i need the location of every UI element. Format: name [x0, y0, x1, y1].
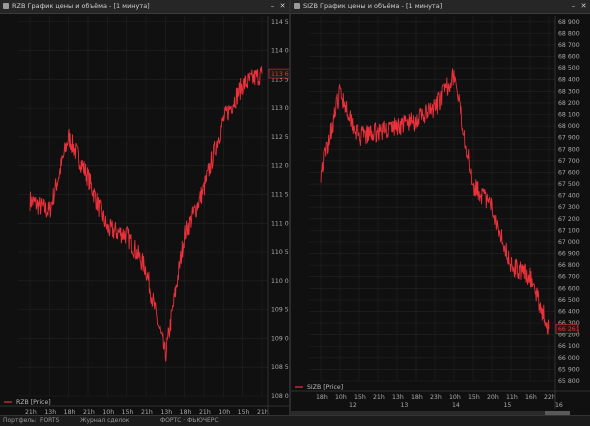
rzb-chart-window[interactable]: RZB График цены и объёма - [1 минута] – …	[0, 0, 289, 415]
y-tick-label: 112 500	[271, 134, 289, 141]
y-tick-label: 68 700	[558, 42, 580, 49]
y-tick-label: 108 500	[271, 364, 289, 371]
y-tick-label: 66 900	[558, 251, 580, 258]
y-tick-label: 110 000	[271, 278, 289, 285]
price-chart[interactable]: 114 500114 000113 500113 000112 500112 0…	[0, 14, 289, 415]
y-tick-label: 108 000	[271, 393, 289, 400]
minimize-icon[interactable]: –	[268, 2, 277, 11]
y-tick-label: 67 000	[558, 239, 580, 246]
x-tick-label: 18h	[411, 394, 423, 401]
minimize-icon[interactable]: –	[569, 2, 578, 11]
x-tick-label: 16h	[525, 394, 537, 401]
last-price-label: 66 261	[558, 326, 580, 333]
legend-label: RZB [Price]	[16, 399, 51, 406]
y-tick-label: 67 300	[558, 204, 580, 211]
x-tick-label: 10h	[335, 394, 347, 401]
chart-title-bar[interactable]: RZB График цены и объёма - [1 минута] – …	[0, 0, 289, 14]
y-tick-label: 68 400	[558, 77, 580, 84]
y-tick-label: 114 500	[271, 19, 289, 26]
status-bar: Портфель: FORTS Журнал сделок ФОРТС · ФЬ…	[0, 415, 590, 426]
y-tick-label: 67 100	[558, 227, 580, 234]
close-icon[interactable]: ✕	[579, 2, 588, 11]
y-tick-label: 68 900	[558, 19, 580, 26]
chart-background	[291, 14, 590, 415]
x-day-label: 12	[349, 402, 357, 409]
x-day-label: 14	[452, 402, 460, 409]
legend-label: SIZB [Price]	[307, 384, 343, 391]
y-tick-label: 68 600	[558, 54, 580, 61]
y-tick-label: 112 000	[271, 163, 289, 170]
y-tick-label: 67 700	[558, 158, 580, 165]
x-day-label: 16	[555, 402, 563, 409]
x-tick-label: 18h	[316, 394, 328, 401]
y-tick-label: 114 000	[271, 48, 289, 55]
y-tick-label: 109 500	[271, 307, 289, 314]
y-tick-label: 67 900	[558, 135, 580, 142]
chart-title-bar[interactable]: SIZB График цены и объёма - [1 минута] –…	[291, 0, 590, 14]
x-day-label: 15	[504, 402, 512, 409]
y-tick-label: 66 000	[558, 355, 580, 362]
x-day-label: 13	[401, 402, 409, 409]
y-tick-label: 65 800	[558, 378, 580, 385]
y-tick-label: 66 500	[558, 297, 580, 304]
x-tick-label: 23h	[430, 394, 442, 401]
y-tick-label: 68 100	[558, 111, 580, 118]
x-tick-label: 20h	[487, 394, 499, 401]
price-chart[interactable]: 68 900 68 800 68 700 68 600 68 500 68 400 68 3…	[291, 14, 590, 415]
y-tick-label: 68 800	[558, 30, 580, 37]
y-tick-label: 111 500	[271, 191, 289, 198]
y-tick-label: 113 000	[271, 105, 289, 112]
y-tick-label: 66 700	[558, 274, 580, 281]
y-tick-label: 67 200	[558, 216, 580, 223]
y-tick-label: 67 600	[558, 169, 580, 176]
y-tick-label: 66 600	[558, 285, 580, 292]
sizb-chart-window[interactable]: SIZB График цены и объёма - [1 минута] –…	[291, 0, 590, 415]
y-tick-label: 68 300	[558, 88, 580, 95]
x-tick-label: 21h	[373, 394, 385, 401]
y-tick-label: 109 000	[271, 335, 289, 342]
chart-title: RZB График цены и объёма - [1 минута]	[12, 2, 150, 10]
y-tick-label: 68 000	[558, 123, 580, 130]
x-tick-label: 22h	[544, 394, 556, 401]
y-tick-label: 111 000	[271, 220, 289, 227]
x-tick-label: 15h	[354, 394, 366, 401]
last-price-label: 113 616	[271, 71, 289, 78]
y-tick-label: 67 800	[558, 146, 580, 153]
y-tick-label: 66 400	[558, 308, 580, 315]
y-tick-label: 65 900	[558, 366, 580, 373]
y-tick-label: 67 500	[558, 181, 580, 188]
y-tick-label: 67 400	[558, 193, 580, 200]
x-tick-label: 11h	[506, 394, 518, 401]
chart-title: SIZB График цены и объёма - [1 минута]	[303, 2, 443, 10]
y-tick-label: 68 500	[558, 65, 580, 72]
chart-background	[0, 14, 289, 415]
close-icon[interactable]: ✕	[278, 2, 287, 11]
y-tick-label: 66 100	[558, 343, 580, 350]
x-tick-label: 15h	[468, 394, 480, 401]
y-tick-label: 68 200	[558, 100, 580, 107]
window-icon	[3, 3, 9, 9]
y-tick-label: 110 500	[271, 249, 289, 256]
y-tick-label: 66 800	[558, 262, 580, 269]
x-tick-label: 13h	[392, 394, 404, 401]
window-icon	[294, 3, 300, 9]
x-tick-label: 10h	[449, 394, 461, 401]
